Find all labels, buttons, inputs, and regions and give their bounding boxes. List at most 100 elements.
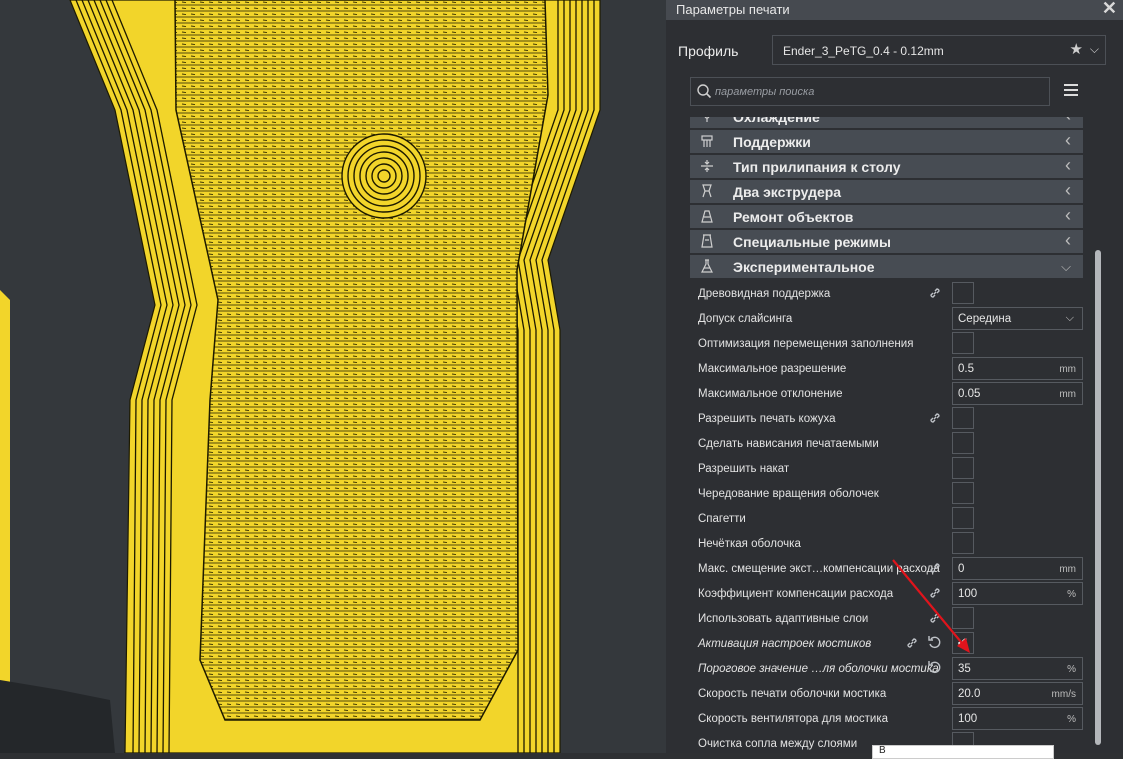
profile-selector[interactable]: Ender_3_PeTG_0.4 - 0.12mm ★ ⌵ [772, 35, 1106, 65]
dual-extruder-icon [700, 184, 714, 199]
special-modes-icon [700, 234, 714, 249]
category-label: Тип прилипания к столу [733, 159, 901, 175]
settings-visibility-menu-icon[interactable] [1064, 84, 1078, 96]
layer-view-3d-viewport[interactable] [0, 0, 666, 753]
search-icon [697, 84, 712, 99]
infill-region [174, 0, 549, 721]
panel-title: Параметры печати [676, 2, 790, 17]
link-icon[interactable] [928, 561, 942, 575]
chevron-down-icon: ⌵ [1065, 312, 1074, 324]
chevron-down-icon: ⌵ [1089, 42, 1099, 56]
category-adhesion[interactable]: Тип прилипания к столу ‹ [690, 155, 1083, 179]
setting-checkbox[interactable] [952, 482, 974, 504]
setting-row: Спагетти [690, 506, 1090, 531]
category-mesh-fix[interactable]: Ремонт объектов ‹ [690, 205, 1083, 229]
tooltip-text: В [879, 745, 886, 756]
link-icon[interactable] [905, 636, 919, 650]
link-icon[interactable] [928, 611, 942, 625]
setting-checkbox[interactable] [952, 607, 974, 629]
category-special-modes[interactable]: Специальные режимы ‹ [690, 230, 1083, 254]
setting-checkbox[interactable] [952, 407, 974, 429]
setting-label: Разрешить печать кожуха [698, 413, 836, 425]
setting-checkbox[interactable] [952, 432, 974, 454]
chevron-left-icon: ‹ [1065, 205, 1071, 225]
category-label: Экспериментальное [733, 259, 875, 275]
chevron-left-icon: ‹ [1065, 180, 1071, 200]
setting-checkbox[interactable]: ✔ [952, 632, 974, 654]
setting-label: Скорость печати оболочки мостика [698, 688, 887, 700]
setting-label: Допуск слайсинга [698, 313, 793, 325]
chevron-left-icon: ‹ [1065, 117, 1071, 126]
category-flask[interactable]: Экспериментальное ⌵ [690, 255, 1083, 279]
setting-unit: % [1067, 714, 1076, 725]
setting-row: Сделать нависания печатаемыми [690, 431, 1090, 456]
link-icon[interactable] [928, 411, 942, 425]
setting-row: Нечёткая оболочка [690, 531, 1090, 556]
setting-row: Разрешить накат [690, 456, 1090, 481]
setting-row: Использовать адаптивные слои [690, 606, 1090, 631]
setting-value: 100 [958, 588, 978, 600]
setting-checkbox[interactable] [952, 457, 974, 479]
setting-value: 20.0 [958, 688, 981, 700]
setting-dropdown[interactable]: Середина ⌵ [952, 307, 1083, 330]
setting-row: Древовидная поддержка [690, 281, 1090, 306]
setting-row: Скорость печати оболочки мостика 20.0 mm/s [690, 681, 1090, 706]
setting-label: Нечёткая оболочка [698, 538, 801, 550]
setting-value: 35 [958, 663, 971, 675]
setting-value: Середина [958, 313, 1012, 325]
search-box[interactable] [690, 77, 1050, 106]
category-label: Охлаждение [733, 117, 820, 125]
fan-icon [700, 117, 714, 124]
setting-value-field[interactable]: 0 mm [952, 557, 1083, 580]
panel-titlebar: Параметры печати ✕ [666, 0, 1123, 20]
link-icon[interactable] [928, 586, 942, 600]
link-icon[interactable] [928, 286, 942, 300]
support-icon [700, 134, 714, 149]
setting-row: Коэффициент компенсации расхода 100% [690, 581, 1090, 606]
category-label: Поддержки [733, 134, 811, 150]
favorite-star-icon[interactable]: ★ [1070, 40, 1083, 58]
hover-tooltip: В [872, 745, 1054, 759]
category-fan[interactable]: Охлаждение ‹ [690, 117, 1083, 129]
setting-label: Активация настроек мостиков [698, 638, 872, 650]
setting-label: Разрешить накат [698, 463, 790, 475]
settings-list[interactable]: Охлаждение‹Поддержки‹Тип прилипания к ст… [666, 117, 1123, 753]
setting-unit: mm [1059, 364, 1076, 375]
setting-checkbox[interactable] [952, 332, 974, 354]
setting-value-field[interactable]: 20.0 mm/s [952, 682, 1083, 705]
category-dual-extruder[interactable]: Два экструдера ‹ [690, 180, 1083, 204]
setting-label: Коэффициент компенсации расхода [698, 588, 894, 600]
setting-row: Активация настроек мостиков ✔ [690, 631, 1090, 656]
setting-value-field[interactable]: 0.05 mm [952, 382, 1083, 405]
setting-value-field[interactable]: 100% [952, 582, 1083, 605]
settings-scrollbar[interactable] [1095, 250, 1101, 745]
chevron-left-icon: ‹ [1065, 130, 1071, 150]
mesh-fix-icon [700, 209, 714, 224]
flask-icon [700, 259, 714, 274]
setting-unit: mm/s [1051, 689, 1076, 700]
setting-value-field[interactable]: 0.5 mm [952, 357, 1083, 380]
chevron-left-icon: ‹ [1065, 155, 1071, 175]
setting-label: Скорость вентилятора для мостика [698, 713, 888, 725]
setting-row: Оптимизация перемещения заполнения [690, 331, 1090, 356]
setting-row: Скорость вентилятора для мостика 100% [690, 706, 1090, 731]
setting-value: 0.05 [958, 388, 981, 400]
setting-checkbox[interactable] [952, 507, 974, 529]
setting-checkbox[interactable] [952, 532, 974, 554]
profile-label: Профиль [678, 43, 739, 59]
setting-checkbox[interactable] [952, 282, 974, 304]
reset-icon[interactable] [927, 635, 941, 649]
setting-value-field[interactable]: 35% [952, 657, 1083, 680]
setting-label: Максимальное отклонение [698, 388, 843, 400]
setting-value-field[interactable]: 100% [952, 707, 1083, 730]
search-input[interactable] [713, 82, 1037, 102]
reset-icon[interactable] [927, 660, 941, 674]
layer-preview-render [0, 0, 601, 753]
setting-label: Пороговое значение …ля оболочки мостика [698, 663, 939, 675]
setting-row: Макс. смещение экст…компенсации расхода 0… [690, 556, 1090, 581]
setting-label: Сделать нависания печатаемыми [698, 438, 879, 450]
profile-value: Ender_3_PeTG_0.4 - 0.12mm [783, 44, 944, 58]
setting-row: Максимальное разрешение 0.5 mm [690, 356, 1090, 381]
close-icon[interactable]: ✕ [1102, 0, 1117, 19]
category-support[interactable]: Поддержки ‹ [690, 130, 1083, 154]
